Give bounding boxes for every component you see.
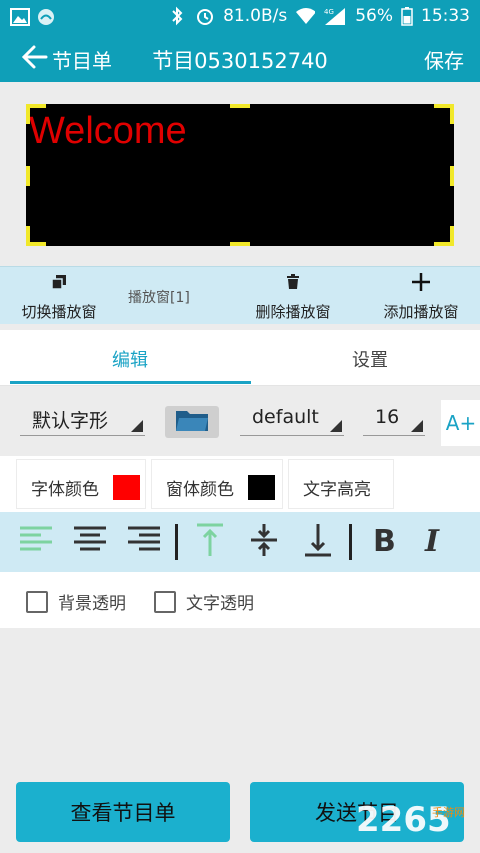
svg-text:I: I [424,525,440,555]
valign-top-button[interactable] [192,523,228,561]
network-speed: 81.0B/s [223,6,288,26]
checkbox-box [26,590,48,613]
valign-bottom-icon [303,523,333,561]
signal-icon: 4G [323,6,347,26]
text-transparent-checkbox[interactable]: 文字透明 [154,589,254,614]
current-window-label: 播放窗[1] [128,290,190,306]
text-transparent-label: 文字透明 [186,594,254,614]
view-program-list-button[interactable]: 查看节目单 [16,782,230,842]
resize-handle-tr-v[interactable] [450,104,454,124]
resize-handle-left[interactable] [26,166,30,186]
align-right-button[interactable] [126,524,162,560]
font-name-dropdown[interactable]: default [240,402,344,436]
tab-edit[interactable]: 编辑 [112,346,148,372]
dropdown-arrow-icon [411,420,423,432]
divider [0,385,480,386]
dropdown-arrow-icon [131,420,143,432]
resize-handle-bottom[interactable] [230,242,250,246]
valign-top-icon [195,523,225,561]
bg-transparent-checkbox[interactable]: 背景透明 [26,589,126,614]
align-right-icon [127,525,161,559]
clock: 15:33 [421,6,470,26]
watermark-logo: 2265 手游网 [356,800,465,840]
align-left-button[interactable] [18,524,54,560]
watermark-sub: 手游网 [432,806,465,819]
switch-window-label: 切换播放窗 [21,303,97,321]
dropdown-arrow-icon [330,420,342,432]
play-window-screen[interactable]: Welcome [26,104,454,246]
bold-icon: B [371,524,397,559]
text-highlight-button[interactable]: 文字高亮 [288,459,394,509]
page-title: 节目0530152740 [152,49,328,73]
valign-middle-icon [249,523,279,561]
font-shape-value: 默认字形 [32,410,109,432]
plus-icon [380,271,462,293]
italic-button[interactable]: I [418,524,454,560]
resize-handle-top[interactable] [230,104,250,108]
format-toolbar: B I [0,512,480,572]
add-window-button[interactable]: 添加播放窗 [380,271,462,322]
font-name-value: default [252,406,319,428]
italic-icon: I [423,524,449,559]
battery-icon [401,6,413,26]
toolbar-separator [175,524,178,560]
layers-icon [18,271,100,293]
bold-button[interactable]: B [366,524,402,560]
active-tab-indicator [10,381,251,384]
preview-text: Welcome [29,110,187,152]
folder-icon [175,408,209,436]
align-left-icon [19,525,53,559]
font-size-increase-button[interactable]: A+ [441,400,480,446]
alarm-icon [195,6,215,26]
font-color-label: 字体颜色 [31,480,99,500]
save-button[interactable]: 保存 [424,45,464,74]
font-color-swatch [113,475,140,500]
font-size-dropdown[interactable]: 16 [363,402,425,436]
bluetooth-icon [167,6,187,26]
resize-handle-tl-v[interactable] [26,104,30,124]
image-icon [10,7,30,27]
battery-level: 56% [355,6,393,26]
resize-handle-br-v[interactable] [450,226,454,246]
open-font-folder-button[interactable] [165,406,219,438]
switch-window-button[interactable]: 切换播放窗 [18,271,100,322]
color-settings-row: 字体颜色 窗体颜色 文字高亮 [0,456,480,512]
font-color-button[interactable]: 字体颜色 [16,459,146,509]
status-bar: 81.0B/s 4G 56% 15:33 [0,0,480,34]
font-size-value: 16 [375,406,400,428]
wifi-icon [295,6,316,26]
align-center-icon [73,525,107,559]
play-window-bar: 切换播放窗 播放窗[1] 删除播放窗 添加播放窗 [0,266,480,324]
toolbar-separator [349,524,352,560]
program-preview: Welcome [0,82,480,266]
checkbox-box [154,590,176,613]
transparency-row: 背景透明 文字透明 [0,572,480,628]
valign-middle-button[interactable] [246,524,282,560]
tab-settings[interactable]: 设置 [352,346,388,372]
network-type: 4G [324,8,334,16]
window-color-swatch [248,475,275,500]
delete-window-button[interactable]: 删除播放窗 [252,271,334,322]
align-center-button[interactable] [72,524,108,560]
bg-transparent-label: 背景透明 [58,594,126,614]
delete-window-label: 删除播放窗 [255,303,331,321]
window-color-label: 窗体颜色 [166,480,234,500]
window-color-button[interactable]: 窗体颜色 [151,459,283,509]
add-window-label: 添加播放窗 [383,303,459,321]
svg-text:B: B [373,525,396,555]
valign-bottom-button[interactable] [300,524,336,560]
resize-handle-right[interactable] [450,166,454,186]
text-highlight-label: 文字高亮 [303,480,371,500]
font-shape-dropdown[interactable]: 默认字形 [20,402,145,436]
app-notification-icon [36,7,56,27]
resize-handle-bl-v[interactable] [26,226,30,246]
trash-icon [252,271,334,293]
app-bar: 节目单 节目0530152740 保存 [0,34,480,82]
tab-bar: 编辑 设置 [0,330,480,386]
font-settings-row: 默认字形 default 16 [0,392,480,450]
